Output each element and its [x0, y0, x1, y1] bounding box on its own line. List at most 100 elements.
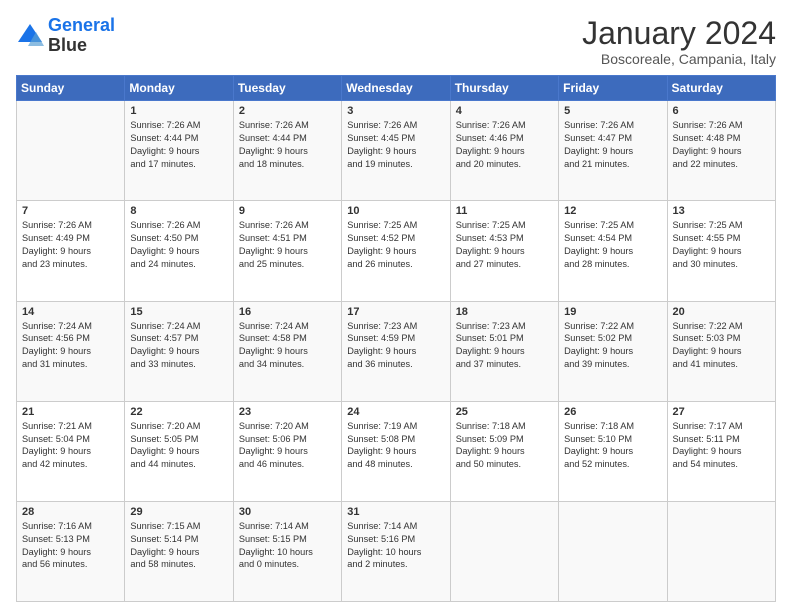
day-info: Sunrise: 7:14 AM Sunset: 5:16 PM Dayligh…	[347, 520, 444, 572]
calendar-cell: 16 Sunrise: 7:24 AM Sunset: 4:58 PM Dayli…	[233, 301, 341, 401]
day-number: 11	[456, 205, 553, 217]
day-number: 9	[239, 205, 336, 217]
title-block: January 2024 Boscoreale, Campania, Italy	[582, 16, 776, 67]
calendar-week-5: 28 Sunrise: 7:16 AM Sunset: 5:13 PM Dayli…	[17, 501, 776, 601]
day-info: Sunrise: 7:26 AM Sunset: 4:44 PM Dayligh…	[239, 119, 336, 171]
day-info: Sunrise: 7:22 AM Sunset: 5:02 PM Dayligh…	[564, 320, 661, 372]
day-info: Sunrise: 7:22 AM Sunset: 5:03 PM Dayligh…	[673, 320, 770, 372]
day-number: 14	[22, 306, 119, 318]
day-number: 23	[239, 406, 336, 418]
day-info: Sunrise: 7:17 AM Sunset: 5:11 PM Dayligh…	[673, 420, 770, 472]
calendar-cell: 17Sunrise: 7:23 AM Sunset: 4:59 PM Dayli…	[342, 301, 450, 401]
calendar-cell	[559, 501, 667, 601]
calendar-cell: 2Sunrise: 7:26 AM Sunset: 4:44 PM Daylig…	[233, 101, 341, 201]
calendar-cell: 19 Sunrise: 7:22 AM Sunset: 5:02 PM Dayli…	[559, 301, 667, 401]
day-number: 20	[673, 306, 770, 318]
day-number: 8	[130, 205, 227, 217]
day-info: Sunrise: 7:14 AM Sunset: 5:15 PM Dayligh…	[239, 520, 336, 572]
day-info: Sunrise: 7:16 AM Sunset: 5:13 PM Dayligh…	[22, 520, 119, 572]
calendar-cell: 24 Sunrise: 7:19 AM Sunset: 5:08 PM Dayli…	[342, 401, 450, 501]
calendar-cell: 10 Sunrise: 7:25 AM Sunset: 4:52 PM Dayli…	[342, 201, 450, 301]
day-info: Sunrise: 7:26 AM Sunset: 4:49 PM Dayligh…	[22, 219, 119, 271]
calendar-cell: 31 Sunrise: 7:14 AM Sunset: 5:16 PM Dayli…	[342, 501, 450, 601]
day-number: 18	[456, 306, 553, 318]
day-number: 7	[22, 205, 119, 217]
day-info: Sunrise: 7:20 AM Sunset: 5:06 PM Dayligh…	[239, 420, 336, 472]
day-number: 3	[347, 105, 444, 117]
col-header-sunday: Sunday	[17, 76, 125, 101]
calendar-header-row: SundayMondayTuesdayWednesdayThursdayFrid…	[17, 76, 776, 101]
subtitle: Boscoreale, Campania, Italy	[582, 51, 776, 67]
day-number: 12	[564, 205, 661, 217]
day-number: 17	[347, 306, 444, 318]
col-header-wednesday: Wednesday	[342, 76, 450, 101]
calendar-cell: 21 Sunrise: 7:21 AM Sunset: 5:04 PM Dayli…	[17, 401, 125, 501]
day-number: 26	[564, 406, 661, 418]
logo-icon	[16, 22, 44, 50]
day-number: 31	[347, 506, 444, 518]
day-info: Sunrise: 7:26 AM Sunset: 4:47 PM Dayligh…	[564, 119, 661, 171]
calendar-cell: 12 Sunrise: 7:25 AM Sunset: 4:54 PM Dayli…	[559, 201, 667, 301]
day-number: 6	[673, 105, 770, 117]
calendar-cell: 20 Sunrise: 7:22 AM Sunset: 5:03 PM Dayli…	[667, 301, 775, 401]
day-info: Sunrise: 7:25 AM Sunset: 4:52 PM Dayligh…	[347, 219, 444, 271]
logo-text: General Blue	[48, 16, 115, 56]
day-info: Sunrise: 7:18 AM Sunset: 5:09 PM Dayligh…	[456, 420, 553, 472]
day-number: 16	[239, 306, 336, 318]
day-number: 1	[130, 105, 227, 117]
calendar-cell: 6 Sunrise: 7:26 AM Sunset: 4:48 PM Daylig…	[667, 101, 775, 201]
col-header-thursday: Thursday	[450, 76, 558, 101]
day-number: 19	[564, 306, 661, 318]
calendar-cell: 8 Sunrise: 7:26 AM Sunset: 4:50 PM Daylig…	[125, 201, 233, 301]
day-info: Sunrise: 7:26 AM Sunset: 4:45 PM Dayligh…	[347, 119, 444, 171]
day-info: Sunrise: 7:25 AM Sunset: 4:53 PM Dayligh…	[456, 219, 553, 271]
day-info: Sunrise: 7:24 AM Sunset: 4:57 PM Dayligh…	[130, 320, 227, 372]
calendar-cell: 15Sunrise: 7:24 AM Sunset: 4:57 PM Dayli…	[125, 301, 233, 401]
day-info: Sunrise: 7:19 AM Sunset: 5:08 PM Dayligh…	[347, 420, 444, 472]
day-info: Sunrise: 7:20 AM Sunset: 5:05 PM Dayligh…	[130, 420, 227, 472]
calendar-cell: 27Sunrise: 7:17 AM Sunset: 5:11 PM Dayli…	[667, 401, 775, 501]
day-info: Sunrise: 7:26 AM Sunset: 4:51 PM Dayligh…	[239, 219, 336, 271]
calendar-cell: 4 Sunrise: 7:26 AM Sunset: 4:46 PM Daylig…	[450, 101, 558, 201]
calendar-cell: 23 Sunrise: 7:20 AM Sunset: 5:06 PM Dayli…	[233, 401, 341, 501]
calendar-week-2: 7 Sunrise: 7:26 AM Sunset: 4:49 PM Daylig…	[17, 201, 776, 301]
calendar-cell	[450, 501, 558, 601]
day-number: 22	[130, 406, 227, 418]
day-number: 28	[22, 506, 119, 518]
day-info: Sunrise: 7:26 AM Sunset: 4:46 PM Dayligh…	[456, 119, 553, 171]
day-info: Sunrise: 7:21 AM Sunset: 5:04 PM Dayligh…	[22, 420, 119, 472]
col-header-friday: Friday	[559, 76, 667, 101]
day-number: 30	[239, 506, 336, 518]
day-info: Sunrise: 7:25 AM Sunset: 4:54 PM Dayligh…	[564, 219, 661, 271]
day-info: Sunrise: 7:26 AM Sunset: 4:48 PM Dayligh…	[673, 119, 770, 171]
calendar-cell: 9 Sunrise: 7:26 AM Sunset: 4:51 PM Daylig…	[233, 201, 341, 301]
day-info: Sunrise: 7:26 AM Sunset: 4:50 PM Dayligh…	[130, 219, 227, 271]
day-number: 29	[130, 506, 227, 518]
day-info: Sunrise: 7:25 AM Sunset: 4:55 PM Dayligh…	[673, 219, 770, 271]
calendar-cell: 3 Sunrise: 7:26 AM Sunset: 4:45 PM Daylig…	[342, 101, 450, 201]
calendar-cell: 22 Sunrise: 7:20 AM Sunset: 5:05 PM Dayli…	[125, 401, 233, 501]
calendar-cell: 25Sunrise: 7:18 AM Sunset: 5:09 PM Dayli…	[450, 401, 558, 501]
calendar-cell: 18Sunrise: 7:23 AM Sunset: 5:01 PM Dayli…	[450, 301, 558, 401]
calendar-cell: 11 Sunrise: 7:25 AM Sunset: 4:53 PM Dayli…	[450, 201, 558, 301]
calendar-cell: 1 Sunrise: 7:26 AM Sunset: 4:44 PM Daylig…	[125, 101, 233, 201]
calendar-cell: 28 Sunrise: 7:16 AM Sunset: 5:13 PM Dayli…	[17, 501, 125, 601]
header: General Blue January 2024 Boscoreale, Ca…	[16, 16, 776, 67]
day-number: 10	[347, 205, 444, 217]
logo: General Blue	[16, 16, 115, 56]
calendar-cell: 29 Sunrise: 7:15 AM Sunset: 5:14 PM Dayli…	[125, 501, 233, 601]
col-header-monday: Monday	[125, 76, 233, 101]
day-number: 4	[456, 105, 553, 117]
day-info: Sunrise: 7:15 AM Sunset: 5:14 PM Dayligh…	[130, 520, 227, 572]
calendar-week-4: 21 Sunrise: 7:21 AM Sunset: 5:04 PM Dayli…	[17, 401, 776, 501]
calendar-cell	[667, 501, 775, 601]
day-info: Sunrise: 7:26 AM Sunset: 4:44 PM Dayligh…	[130, 119, 227, 171]
day-info: Sunrise: 7:24 AM Sunset: 4:58 PM Dayligh…	[239, 320, 336, 372]
day-number: 24	[347, 406, 444, 418]
calendar-week-1: 1 Sunrise: 7:26 AM Sunset: 4:44 PM Daylig…	[17, 101, 776, 201]
day-number: 21	[22, 406, 119, 418]
calendar-cell: 30 Sunrise: 7:14 AM Sunset: 5:15 PM Dayli…	[233, 501, 341, 601]
calendar-cell: 14Sunrise: 7:24 AM Sunset: 4:56 PM Dayli…	[17, 301, 125, 401]
col-header-saturday: Saturday	[667, 76, 775, 101]
calendar-cell: 7 Sunrise: 7:26 AM Sunset: 4:49 PM Daylig…	[17, 201, 125, 301]
